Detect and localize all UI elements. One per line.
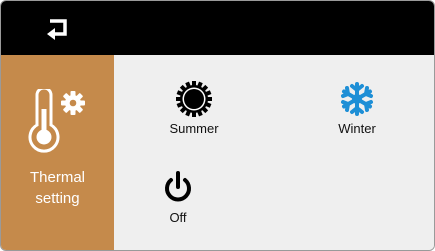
snowflake-icon	[341, 82, 373, 116]
gear-icon	[61, 91, 85, 115]
sidebar-label-line-1: Thermal	[29, 169, 85, 186]
sun-icon	[176, 81, 212, 117]
off-mode-label: Off	[169, 210, 187, 225]
mode-options-panel: Summer Winter Off	[114, 55, 434, 250]
power-icon	[165, 171, 191, 202]
winter-mode-button[interactable]: Winter	[312, 81, 402, 137]
off-mode-button[interactable]: Off	[133, 170, 223, 226]
sidebar-label-line-2: setting	[35, 190, 80, 207]
top-bar	[1, 1, 434, 55]
winter-mode-label: Winter	[338, 121, 376, 136]
sidebar-item-thermal-setting[interactable]: Thermal setting	[1, 55, 114, 250]
summer-mode-label: Summer	[169, 121, 219, 136]
thermometer-icon	[28, 89, 60, 153]
sidebar-item-label: Thermal setting	[1, 167, 114, 209]
summer-mode-button[interactable]: Summer	[149, 81, 239, 137]
back-arrow-icon	[47, 19, 67, 40]
device-screen: Thermal setting Summer Winter Off	[0, 0, 435, 251]
thermal-setting-icons	[25, 89, 89, 155]
back-button[interactable]	[37, 13, 77, 45]
